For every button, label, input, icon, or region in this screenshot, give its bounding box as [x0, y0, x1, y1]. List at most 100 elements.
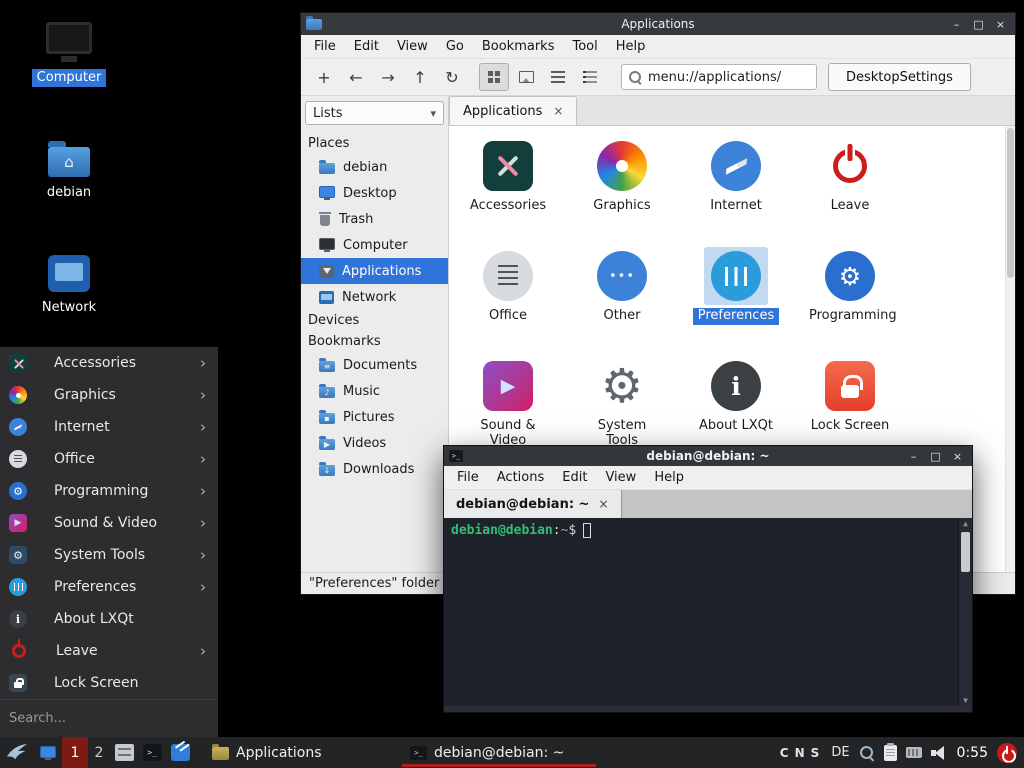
fm-menu-tool[interactable]: Tool: [563, 36, 606, 57]
keyboard-icon[interactable]: [906, 747, 922, 758]
fm-menu-help[interactable]: Help: [607, 36, 655, 57]
terminal-scrollbar[interactable]: ▲ ▼: [958, 518, 972, 706]
path-text: menu://applications/: [648, 70, 781, 85]
term-menu-help[interactable]: Help: [645, 467, 693, 488]
minimize-button[interactable]: –: [904, 448, 923, 465]
close-button[interactable]: ×: [948, 448, 967, 465]
tab-applications[interactable]: Applications ×: [449, 96, 577, 125]
icon-view-button[interactable]: [479, 63, 509, 91]
power-button[interactable]: [997, 743, 1017, 763]
start-menu-button[interactable]: [0, 737, 34, 768]
terminal-titlebar[interactable]: >_ debian@debian: ~ – □ ×: [444, 446, 972, 466]
task-button-applications[interactable]: Applications: [202, 737, 400, 768]
maximize-button[interactable]: □: [926, 448, 945, 465]
quicklaunch-editor[interactable]: [166, 737, 194, 768]
scroll-down-icon[interactable]: ▼: [963, 696, 968, 705]
app-other[interactable]: ••• Other: [565, 242, 679, 352]
terminal-tab[interactable]: debian@debian: ~ ×: [444, 490, 622, 518]
path-bar[interactable]: menu://applications/: [621, 64, 817, 90]
term-menu-edit[interactable]: Edit: [553, 467, 596, 488]
keyboard-layout-indicator[interactable]: DE: [831, 745, 849, 760]
task-button-terminal[interactable]: >_ debian@debian: ~: [400, 737, 598, 768]
sidebar-item-debian[interactable]: debian: [301, 154, 448, 180]
menu-item-internet[interactable]: Internet ›: [0, 411, 218, 443]
menu-item-accessories[interactable]: Accessories ›: [0, 347, 218, 379]
fm-menu-go[interactable]: Go: [437, 36, 473, 57]
refresh-button[interactable]: ↻: [437, 63, 467, 91]
fm-titlebar[interactable]: Applications – □ ×: [301, 13, 1015, 35]
sidebar-item-desktop[interactable]: Desktop: [301, 180, 448, 206]
menu-item-programming[interactable]: ⚙ Programming ›: [0, 475, 218, 507]
up-button[interactable]: ↑: [405, 63, 435, 91]
maximize-button[interactable]: □: [969, 16, 988, 33]
fm-menu-edit[interactable]: Edit: [345, 36, 388, 57]
app-graphics[interactable]: Graphics: [565, 132, 679, 242]
app-leave[interactable]: Leave: [793, 132, 907, 242]
fm-menu-file[interactable]: File: [305, 36, 345, 57]
documents-emblem: ≡: [319, 361, 335, 372]
preferences-icon: [9, 578, 27, 596]
fm-menu-view[interactable]: View: [388, 36, 437, 57]
tab-close-icon[interactable]: ×: [598, 497, 608, 511]
show-desktop-button[interactable]: [34, 737, 62, 768]
menu-item-leave[interactable]: Leave ›: [0, 635, 218, 667]
term-menu-view[interactable]: View: [596, 467, 645, 488]
sidebar-item-music[interactable]: ♪ Music: [301, 378, 448, 404]
tab-close-icon[interactable]: ×: [553, 104, 563, 118]
thumbnail-view-button[interactable]: [511, 63, 541, 91]
devices-header: Devices: [301, 310, 448, 331]
app-programming[interactable]: ⚙ Programming: [793, 242, 907, 352]
menu-item-lock-screen[interactable]: Lock Screen: [0, 667, 218, 699]
app-internet[interactable]: Internet: [679, 132, 793, 242]
new-tab-button[interactable]: +: [309, 63, 339, 91]
fm-menu-bookmarks[interactable]: Bookmarks: [473, 36, 564, 57]
sidebar-item-downloads[interactable]: ↓ Downloads: [301, 456, 448, 482]
desktop-icon-computer[interactable]: Computer: [24, 22, 114, 87]
workspace-1-button[interactable]: 1: [62, 737, 88, 768]
quicklaunch-file-manager[interactable]: [110, 737, 138, 768]
menu-item-system-tools[interactable]: ⚙ System Tools ›: [0, 539, 218, 571]
desktop-icon-debian[interactable]: ⌂ debian: [24, 138, 114, 202]
app-preferences[interactable]: Preferences: [679, 242, 793, 352]
sidebar-item-pictures[interactable]: ▪ Pictures: [301, 404, 448, 430]
app-accessories[interactable]: Accessories: [451, 132, 565, 242]
sidebar-item-documents[interactable]: ≡ Documents: [301, 352, 448, 378]
menu-item-preferences[interactable]: Preferences ›: [0, 571, 218, 603]
menu-item-about-lxqt[interactable]: i About LXQt: [0, 603, 218, 635]
workspace-2-button[interactable]: 2: [88, 737, 110, 768]
menu-item-office[interactable]: Office ›: [0, 443, 218, 475]
term-menu-actions[interactable]: Actions: [488, 467, 554, 488]
sidebar-mode-value: Lists: [313, 106, 343, 121]
app-office[interactable]: Office: [451, 242, 565, 352]
clock[interactable]: 0:55: [957, 745, 988, 761]
back-button[interactable]: ←: [341, 63, 371, 91]
folder-icon: [319, 163, 335, 174]
minimize-button[interactable]: –: [947, 16, 966, 33]
clipboard-icon[interactable]: [884, 745, 897, 761]
search-input[interactable]: [9, 711, 209, 726]
detailed-view-button[interactable]: [575, 63, 605, 91]
sidebar-item-trash[interactable]: Trash: [301, 206, 448, 232]
desktop-settings-button[interactable]: DesktopSettings: [828, 63, 971, 91]
term-menu-file[interactable]: File: [448, 467, 488, 488]
forward-button[interactable]: →: [373, 63, 403, 91]
sidebar-item-computer[interactable]: Computer: [301, 232, 448, 258]
sidebar-item-network[interactable]: Network: [301, 284, 448, 310]
keyboard-state-indicator[interactable]: C N S: [780, 746, 820, 760]
sidebar-item-applications[interactable]: Applications: [301, 258, 448, 284]
quicklaunch-terminal[interactable]: >_: [138, 737, 166, 768]
terminal-screen[interactable]: debian@debian:~$ ▲ ▼: [444, 518, 972, 706]
scroll-up-icon[interactable]: ▲: [963, 519, 968, 528]
sidebar-mode-select[interactable]: Lists ▾: [305, 101, 444, 125]
fm-scrollbar[interactable]: [1005, 126, 1015, 572]
menu-item-sound-video[interactable]: ▶ Sound & Video ›: [0, 507, 218, 539]
screenshot-tool-icon[interactable]: [859, 745, 875, 761]
volume-icon[interactable]: [931, 745, 948, 761]
desktop-icon-network[interactable]: Network: [24, 255, 114, 317]
terminal-scrollbar-thumb[interactable]: [961, 532, 970, 572]
fm-scrollbar-thumb[interactable]: [1007, 128, 1014, 278]
compact-view-button[interactable]: [543, 63, 573, 91]
menu-item-graphics[interactable]: Graphics ›: [0, 379, 218, 411]
close-button[interactable]: ×: [991, 16, 1010, 33]
sidebar-item-videos[interactable]: ▶ Videos: [301, 430, 448, 456]
